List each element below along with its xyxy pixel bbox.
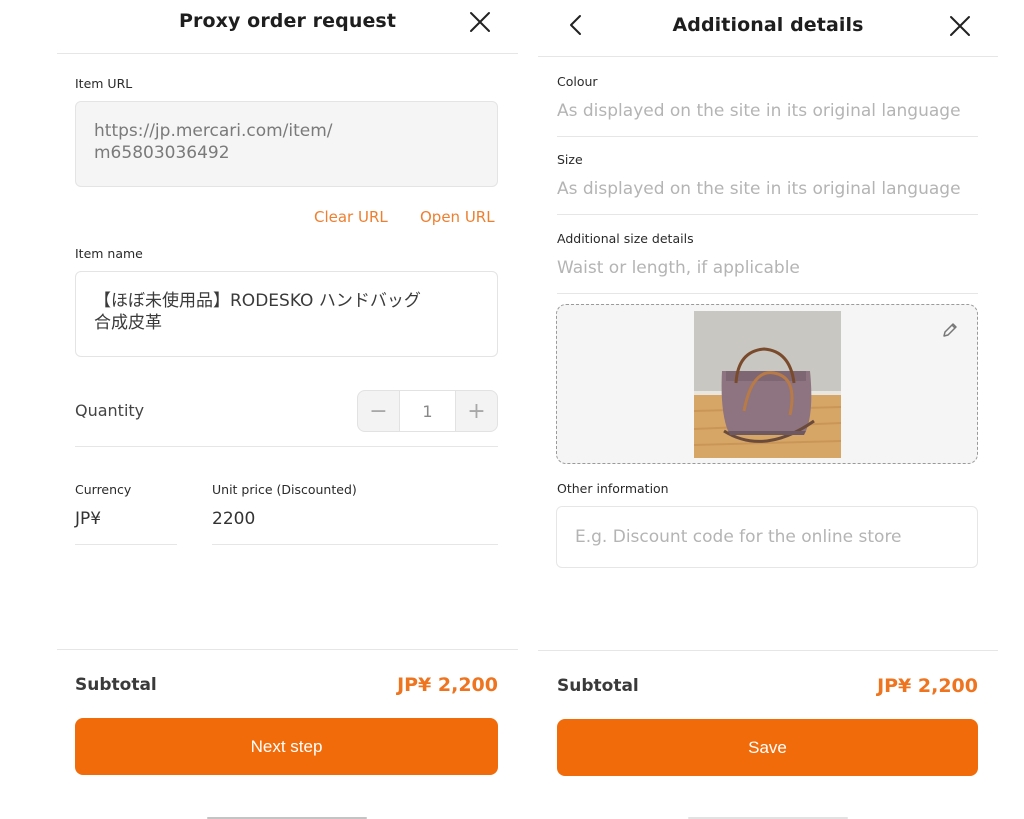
size-input[interactable]: As displayed on the site in its original… <box>557 179 961 199</box>
quantity-label: Quantity <box>75 401 145 420</box>
item-photo <box>694 311 841 458</box>
footer-divider <box>57 649 518 650</box>
divider <box>557 214 978 215</box>
size-label: Size <box>557 152 583 167</box>
close-icon <box>950 16 970 36</box>
currency-label: Currency <box>75 482 132 497</box>
subtotal-label: Subtotal <box>75 675 157 695</box>
divider <box>557 136 978 137</box>
handbag-photo-icon <box>694 311 841 458</box>
other-information-placeholder: E.g. Discount code for the online store <box>575 527 902 547</box>
page-title: Additional details <box>672 14 864 36</box>
footer-divider <box>538 650 998 651</box>
quantity-value[interactable]: 1 <box>399 391 456 431</box>
page-title: Proxy order request <box>178 10 397 32</box>
header: Additional details <box>538 0 998 57</box>
item-name-line1: 【ほぼ未使用品】RODESKO ハンドバッグ <box>94 291 421 311</box>
item-name-line2: 合成皮革 <box>94 313 162 333</box>
item-name-field[interactable]: 【ほぼ未使用品】RODESKO ハンドバッグ 合成皮革 <box>75 271 498 357</box>
edit-photo-button[interactable] <box>941 321 959 339</box>
divider <box>75 446 498 447</box>
subtotal-value: JP¥ 2,200 <box>877 675 978 697</box>
close-button[interactable] <box>947 13 973 39</box>
photo-upload-area[interactable] <box>556 304 978 464</box>
other-information-field[interactable]: E.g. Discount code for the online store <box>556 506 978 568</box>
open-url-link[interactable]: Open URL <box>420 208 495 226</box>
item-url-line1: https://jp.mercari.com/item/ <box>94 121 333 141</box>
quantity-stepper[interactable]: − 1 + <box>357 390 498 432</box>
divider <box>557 293 978 294</box>
header: Proxy order request <box>57 0 518 54</box>
additional-details-panel: Additional details Colour As displayed o… <box>538 0 998 819</box>
clear-url-link[interactable]: Clear URL <box>314 208 388 226</box>
currency-underline <box>75 544 177 545</box>
item-url-label: Item URL <box>75 76 133 91</box>
close-button[interactable] <box>467 9 493 35</box>
next-step-button[interactable]: Next step <box>75 718 498 775</box>
save-button[interactable]: Save <box>557 719 978 776</box>
close-icon <box>470 12 490 32</box>
pencil-icon <box>943 323 957 337</box>
increment-button[interactable]: + <box>456 391 497 431</box>
colour-input[interactable]: As displayed on the site in its original… <box>557 101 961 121</box>
proxy-order-request-panel: Proxy order request Item URL https://jp.… <box>57 0 518 819</box>
subtotal-value: JP¥ 2,200 <box>397 674 498 696</box>
subtotal-label: Subtotal <box>557 676 639 696</box>
unit-price-underline <box>212 544 498 545</box>
additional-size-label: Additional size details <box>557 231 694 246</box>
additional-size-input[interactable]: Waist or length, if applicable <box>557 258 800 278</box>
unit-price-label: Unit price (Discounted) <box>212 482 357 497</box>
other-information-label: Other information <box>557 481 669 496</box>
item-url-line2: m65803036492 <box>94 143 230 163</box>
item-name-label: Item name <box>75 246 143 261</box>
unit-price-field[interactable]: 2200 <box>212 509 255 529</box>
colour-label: Colour <box>557 74 598 89</box>
currency-value[interactable]: JP¥ <box>75 509 101 529</box>
decrement-button[interactable]: − <box>358 391 399 431</box>
item-url-field[interactable]: https://jp.mercari.com/item/ m6580303649… <box>75 101 498 187</box>
